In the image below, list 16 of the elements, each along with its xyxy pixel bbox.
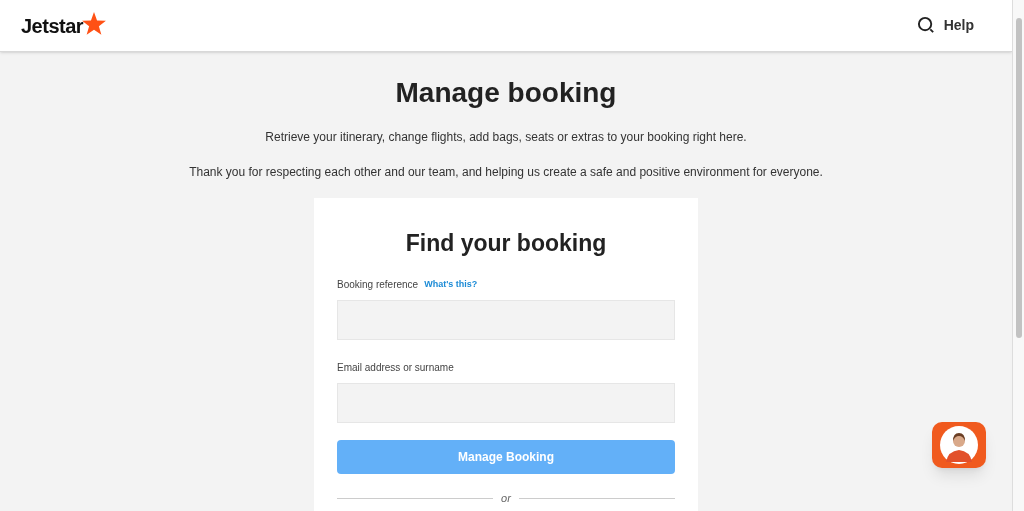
field-label: Booking reference <box>337 278 419 292</box>
logo-text[interactable]: Jetstar <box>21 15 84 36</box>
page-title: Manage booking <box>395 76 617 110</box>
or-divider-text: or <box>501 493 511 504</box>
intro-text: Retrieve your itinerary, change flights, add bags, seats or extras to your booking right here. <box>265 129 747 146</box>
search-icon[interactable] <box>916 16 936 35</box>
scrollbar[interactable] <box>1012 0 1024 511</box>
field-label: Email address or surname <box>337 361 454 375</box>
avatar-icon <box>940 426 978 464</box>
whats-this-link[interactable]: What's this? <box>424 277 478 292</box>
card-title: Find your booking <box>404 232 608 255</box>
notice-text: Thank you for respecting each other and our team, and helping us create a safe and positive environment for everyone. <box>189 164 823 181</box>
text-field[interactable] <box>337 300 675 340</box>
text-field[interactable] <box>337 383 675 423</box>
help-link[interactable]: Help <box>943 15 974 36</box>
chat-button[interactable] <box>932 422 986 468</box>
